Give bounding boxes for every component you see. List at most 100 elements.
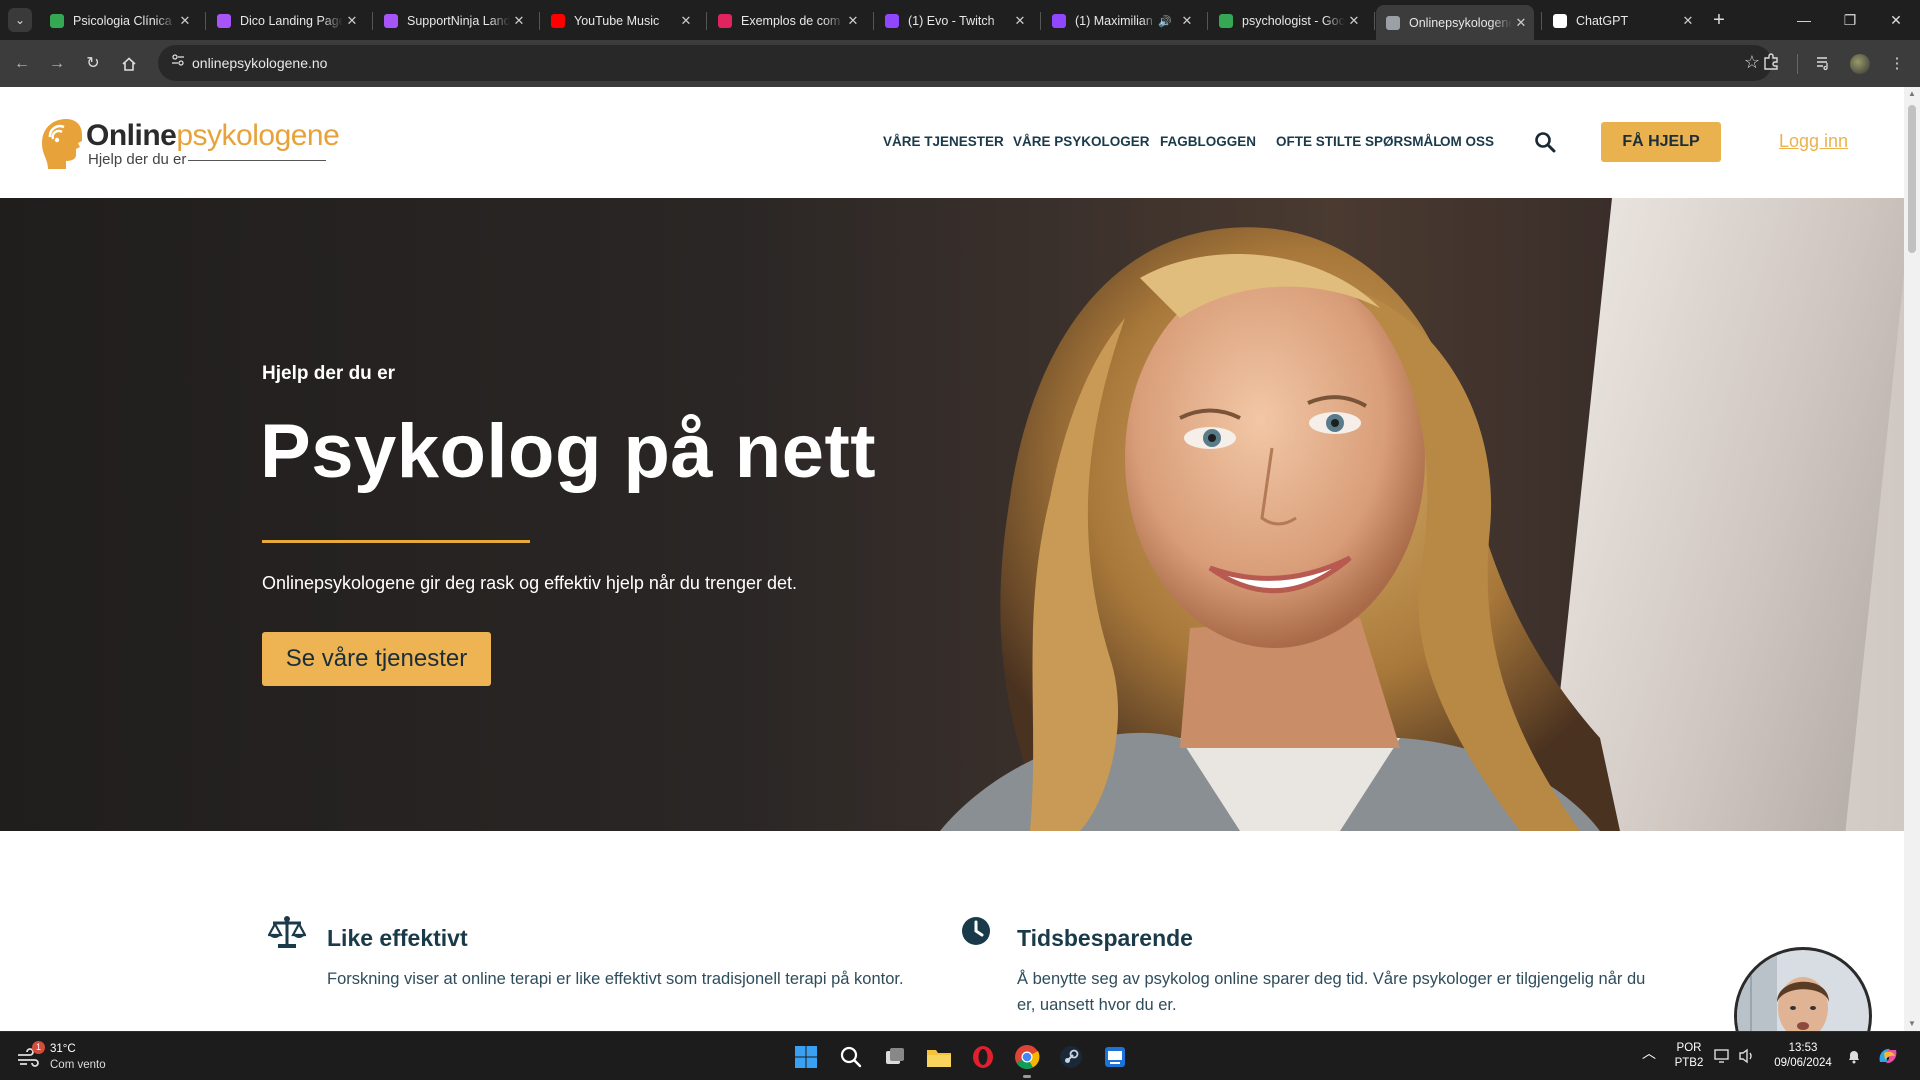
network-icon[interactable] — [1714, 1048, 1732, 1069]
chrome-icon[interactable] — [1012, 1042, 1042, 1078]
clock-area[interactable]: 13:53 09/06/2024 — [1768, 1041, 1838, 1071]
tab-title: Onlinepsykologene — [1409, 15, 1512, 30]
close-tab-icon[interactable]: ✕ — [510, 13, 528, 29]
toolbar-divider — [1797, 54, 1798, 74]
login-link[interactable]: Logg inn — [1779, 131, 1848, 152]
hero-section: Hjelp der du er Psykolog på nett Onlinep… — [0, 198, 1904, 831]
bookmark-star-icon[interactable]: ☆ — [1744, 52, 1760, 73]
notification-bell-icon[interactable] — [1846, 1048, 1862, 1069]
tab-separator — [1374, 12, 1375, 30]
nav-item-tjenester[interactable]: VÅRE TJENESTER — [883, 134, 1004, 149]
openai-icon — [1553, 14, 1567, 28]
browser-tab[interactable]: SupportNinja Landing✕ — [374, 5, 532, 37]
tab-search-chevron-icon[interactable]: ⌄ — [8, 8, 32, 32]
browser-tab[interactable]: (1) Evo - Twitch ✕ — [875, 5, 1033, 37]
browser-tab-strip: ⌄ Psicologia Clínica ✕ Dico Landing Page ✕ S… — [0, 0, 1920, 40]
extensions-icon[interactable] — [1760, 53, 1782, 75]
restore-button[interactable]: ❐ — [1830, 6, 1870, 34]
close-window-button[interactable]: ✕ — [1876, 6, 1916, 34]
file-explorer-icon[interactable] — [924, 1042, 954, 1072]
tab-title: Psicologia Clínica — [73, 14, 172, 28]
clock-icon — [961, 916, 991, 951]
browser-tab[interactable]: Dico Landing Page ✕ — [207, 5, 365, 37]
nav-item-psykologer[interactable]: VÅRE PSYKOLOGER — [1013, 134, 1150, 149]
site-info-icon[interactable] — [168, 53, 188, 73]
windows-taskbar: 1 31°C Com vento ︿ POR PTB2 13:53 09/06/… — [0, 1031, 1920, 1080]
feature-title-effektivt: Like effektivt — [327, 925, 468, 951]
close-tab-icon[interactable]: ✕ — [1178, 13, 1196, 29]
close-tab-icon[interactable]: ✕ — [1011, 13, 1029, 29]
volume-icon[interactable] — [1738, 1048, 1756, 1069]
hero-accent-rule — [262, 540, 530, 543]
search-icon[interactable] — [1534, 131, 1556, 153]
close-tab-icon[interactable]: ✕ — [176, 13, 194, 29]
minimize-button[interactable]: — — [1784, 6, 1824, 34]
browser-tab[interactable]: psychologist - Google✕ — [1209, 5, 1367, 37]
language-indicator[interactable]: POR PTB2 — [1674, 1041, 1704, 1071]
scale-icon — [267, 915, 307, 954]
video-chat-bubble[interactable] — [1734, 947, 1872, 1031]
nav-item-fagbloggen[interactable]: FAGBLOGGEN — [1160, 134, 1256, 149]
close-tab-icon[interactable]: ✕ — [1345, 13, 1363, 29]
language-code: POR — [1676, 1042, 1702, 1054]
tab-separator — [372, 12, 373, 30]
copilot-icon[interactable] — [1876, 1044, 1900, 1073]
browser-tab[interactable]: Psicologia Clínica ✕ — [40, 5, 198, 37]
opera-icon[interactable] — [968, 1042, 998, 1072]
see-services-button[interactable]: Se våre tjenester — [262, 632, 491, 686]
close-tab-icon[interactable]: ✕ — [677, 13, 695, 29]
twitch-icon — [1052, 14, 1066, 28]
steam-icon[interactable] — [1056, 1042, 1086, 1072]
nav-item-om-oss[interactable]: OM OSS — [1440, 134, 1494, 149]
tab-title: psychologist - Google — [1242, 14, 1345, 28]
feature-text-effektivt: Forskning viser at online terapi er like… — [327, 970, 904, 988]
task-view-icon[interactable] — [880, 1042, 910, 1072]
browser-tab[interactable]: ChatGPT ✕ — [1543, 5, 1701, 37]
tab-separator — [873, 12, 874, 30]
lightning-icon — [217, 14, 231, 28]
tab-audio-icon[interactable]: 🔊 — [1158, 15, 1172, 28]
browser-tab[interactable]: Exemplos de com ✕ — [708, 5, 866, 37]
scroll-up-arrow-icon[interactable]: ▲ — [1904, 87, 1920, 101]
weather-temperature: 31°C — [50, 1043, 76, 1055]
profile-avatar[interactable] — [1850, 54, 1870, 74]
tab-title: (1) Evo - Twitch — [908, 14, 995, 28]
start-windows-icon[interactable] — [791, 1042, 821, 1072]
page-scrollbar[interactable]: ▲ ▼ — [1904, 87, 1920, 1031]
browser-menu-icon[interactable]: ⋮ — [1886, 53, 1908, 75]
scroll-down-arrow-icon[interactable]: ▼ — [1904, 1017, 1920, 1031]
media-controls-icon[interactable] — [1813, 53, 1835, 75]
site-logo[interactable]: Onlinepsykologene Hjelp der du er — [38, 115, 340, 175]
remote-app-icon[interactable] — [1100, 1042, 1130, 1072]
reload-button[interactable]: ↻ — [80, 51, 106, 77]
url-text[interactable]: onlinepsykologene.no — [192, 55, 327, 71]
browser-tab[interactable]: Onlinepsykologene ✕ — [1376, 5, 1534, 40]
close-tab-icon[interactable]: ✕ — [1512, 15, 1530, 31]
weather-condition: Com vento — [50, 1059, 106, 1071]
show-hidden-icons-chevron-icon[interactable]: ︿ — [1642, 1046, 1656, 1061]
close-tab-icon[interactable]: ✕ — [343, 13, 361, 29]
browser-tab[interactable]: YouTube Music ✕ — [541, 5, 699, 37]
tab-separator — [205, 12, 206, 30]
browser-tab[interactable]: (1) Maximilian 🔊 ✕ — [1042, 5, 1200, 37]
keyboard-layout: PTB2 — [1674, 1057, 1704, 1069]
taskbar-search-icon[interactable] — [836, 1042, 866, 1072]
tab-separator — [1040, 12, 1041, 30]
address-bar[interactable]: onlinepsykologene.no ☆ — [158, 45, 1772, 81]
forward-button[interactable]: → — [44, 51, 70, 77]
get-help-button[interactable]: FÅ HJELP — [1601, 122, 1721, 162]
new-tab-button[interactable]: + — [1706, 8, 1732, 34]
weather-widget[interactable]: 1 31°C Com vento — [14, 1040, 134, 1074]
close-tab-icon[interactable]: ✕ — [1679, 13, 1697, 29]
chrome-running-indicator — [1023, 1075, 1031, 1078]
back-button[interactable]: ← — [9, 51, 35, 77]
scrollbar-thumb[interactable] — [1908, 105, 1916, 253]
tab-title: Dico Landing Page — [240, 14, 343, 28]
lightning-icon — [384, 14, 398, 28]
nav-item-faq[interactable]: OFTE STILTE SPØRSMÅL — [1276, 134, 1442, 149]
hero-subtitle: Onlinepsykologene gir deg rask og effekt… — [262, 573, 797, 593]
site-header: Onlinepsykologene Hjelp der du er VÅRE T… — [0, 87, 1904, 198]
globe-icon — [1386, 15, 1400, 30]
home-button[interactable] — [116, 51, 142, 77]
close-tab-icon[interactable]: ✕ — [844, 13, 862, 29]
